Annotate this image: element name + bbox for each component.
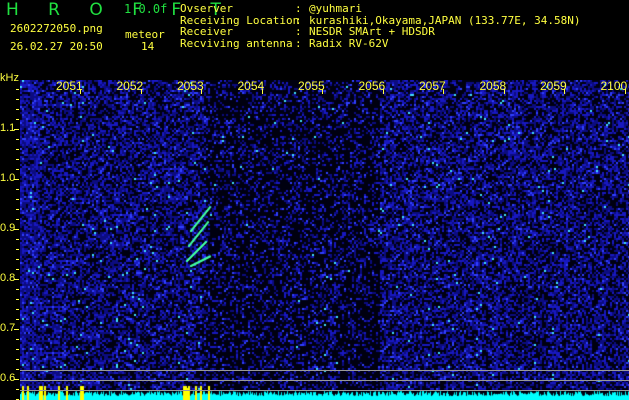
x-tick xyxy=(382,89,384,94)
y-tick xyxy=(16,189,19,190)
grid-line xyxy=(20,370,629,371)
y-tick xyxy=(14,279,19,280)
y-tick xyxy=(16,249,19,250)
x-tick-label: 2055 xyxy=(298,79,325,93)
x-tick-label: 2054 xyxy=(237,79,265,93)
x-tick-label: 2100 xyxy=(600,79,628,93)
x-tick xyxy=(261,89,263,94)
y-tick xyxy=(16,289,19,290)
x-tick xyxy=(564,89,565,94)
y-tick-label: 0.7 xyxy=(0,322,16,334)
y-tick xyxy=(16,259,19,260)
y-tick xyxy=(16,319,19,320)
filename: 2602272050.png xyxy=(10,22,103,35)
y-tick xyxy=(16,359,19,360)
y-tick-label: 0.8 xyxy=(0,272,16,284)
y-tick xyxy=(16,349,19,350)
y-tick xyxy=(16,389,19,390)
y-tick xyxy=(14,129,19,130)
y-tick-label: 0.9 xyxy=(0,222,16,234)
y-tick xyxy=(16,369,19,370)
y-tick xyxy=(16,239,19,240)
x-tick xyxy=(503,89,505,94)
y-tick xyxy=(16,219,19,220)
x-tick-label: 2059 xyxy=(540,79,567,93)
x-tick-label: 2058 xyxy=(479,79,507,93)
y-tick xyxy=(14,179,19,180)
y-tick xyxy=(16,159,19,160)
grid-line xyxy=(20,390,629,391)
meteor-count: 14 xyxy=(141,40,155,53)
y-tick xyxy=(16,339,19,340)
y-tick xyxy=(14,379,19,380)
y-tick xyxy=(16,109,19,110)
y-tick xyxy=(16,269,19,270)
y-tick xyxy=(16,89,19,90)
info-label: Recviving antenna xyxy=(180,36,293,50)
info-value: Radix RV-62V xyxy=(309,36,389,50)
x-tick xyxy=(322,89,323,94)
x-tick xyxy=(201,89,202,94)
y-tick xyxy=(16,299,19,300)
grid-line xyxy=(20,380,629,381)
x-tick-label: 2052 xyxy=(116,79,144,93)
spectrogram xyxy=(20,80,629,400)
y-tick xyxy=(14,329,19,330)
x-tick-label: 2051 xyxy=(56,79,83,93)
x-tick-label: 2056 xyxy=(358,79,386,93)
y-tick xyxy=(16,99,19,100)
y-tick-label: 1.1 xyxy=(0,122,16,134)
x-tick xyxy=(624,89,626,94)
x-tick-label: 2057 xyxy=(419,79,446,93)
x-tick xyxy=(443,89,444,94)
y-tick xyxy=(16,199,19,200)
x-tick xyxy=(80,89,81,94)
x-tick-label: 2053 xyxy=(177,79,204,93)
datetime: 26.02.27 20:50 xyxy=(10,40,103,53)
info-colon: : xyxy=(295,36,302,50)
version: 1.0.0f xyxy=(124,2,168,16)
y-tick xyxy=(16,139,19,140)
y-tick xyxy=(16,169,19,170)
x-tick xyxy=(140,89,142,94)
y-tick xyxy=(16,119,19,120)
y-tick xyxy=(16,209,19,210)
y-tick xyxy=(16,149,19,150)
y-tick xyxy=(16,309,19,310)
y-tick-label: 1.0 xyxy=(0,172,16,184)
y-unit: kHz xyxy=(0,72,19,84)
y-tick xyxy=(14,229,19,230)
y-tick-label: 0.6 xyxy=(0,372,16,384)
